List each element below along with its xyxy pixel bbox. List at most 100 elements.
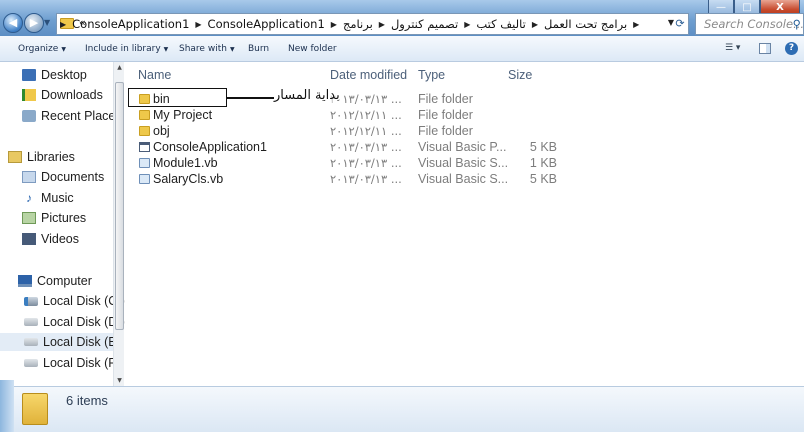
recent-pages-dropdown-icon[interactable]: ▼ (44, 18, 50, 27)
change-view-icon[interactable]: ☰ ▾ (725, 43, 745, 55)
refresh-icon[interactable]: ⟳ (673, 15, 687, 33)
scroll-up-icon[interactable]: ▲ (115, 64, 124, 71)
share-with-button[interactable]: Share with ▼ (179, 44, 235, 54)
vb-project-icon (139, 142, 150, 152)
nav-item-local-disk-e[interactable]: Local Disk (E:) (0, 333, 124, 351)
nav-item-label: Libraries (27, 150, 75, 164)
nav-item-label: Downloads (41, 88, 103, 102)
nav-item-local-disk-f[interactable]: Local Disk (F:) (24, 354, 124, 372)
nav-item-recent-places[interactable]: Recent Places (22, 107, 122, 125)
file-row-obj[interactable]: obj ٢٠١٢/١٢/١١ ... File folder (125, 124, 804, 140)
annotation-label: بداية المسار (274, 88, 340, 103)
file-date: ٢٠١٢/١٢/١١ ... (330, 124, 402, 138)
vb-file-icon (139, 174, 150, 184)
breadcrumb-item[interactable]: ConsoleApplication1 (69, 17, 192, 31)
navigation-pane: Desktop Downloads Recent Places Librarie… (0, 62, 125, 386)
file-date: ٢٠١٣/٠٣/١٣ ... (330, 172, 402, 186)
nav-item-label: Computer (37, 274, 92, 288)
breadcrumb-separator-icon[interactable]: ▶ (328, 20, 340, 29)
nav-item-label: Music (41, 191, 74, 205)
folder-icon (22, 393, 48, 425)
organize-button[interactable]: Organize ▼ (18, 44, 66, 54)
navigation-scrollbar[interactable]: ▲ ▼ (113, 62, 124, 386)
include-in-library-button[interactable]: Include in library ▼ (85, 44, 168, 54)
file-date: ٢٠١٢/١٢/١١ ... (330, 108, 402, 122)
search-icon[interactable]: ⚲ (793, 17, 801, 31)
breadcrumb-separator-icon[interactable]: ▶ (630, 20, 642, 29)
breadcrumb-separator-icon[interactable]: ▶ (461, 20, 473, 29)
nav-item-pictures[interactable]: Pictures (22, 209, 87, 227)
column-header-type[interactable]: Type (418, 68, 445, 82)
back-button[interactable]: ◀ (3, 13, 23, 33)
file-type: Visual Basic S... (418, 172, 509, 186)
nav-item-label: Pictures (41, 211, 87, 225)
nav-item-videos[interactable]: Videos (22, 230, 79, 248)
organize-label: Organize (18, 44, 59, 54)
breadcrumb-separator-icon[interactable]: ▶ (376, 20, 388, 29)
nav-item-libraries[interactable]: Libraries (8, 148, 75, 166)
file-name: ConsoleApplication1 (153, 140, 267, 154)
nav-item-documents[interactable]: Documents (22, 168, 105, 186)
disk-icon (24, 318, 38, 326)
file-size: 5 KB (529, 140, 557, 154)
file-type: File folder (418, 124, 473, 138)
forward-button[interactable]: ▶ (24, 13, 44, 33)
scrollbar-thumb[interactable] (115, 82, 124, 330)
file-row-consoleapplication1[interactable]: ConsoleApplication1 ٢٠١٣/٠٣/١٣ ... Visua… (125, 140, 804, 156)
disk-icon (24, 359, 38, 367)
column-header-name[interactable]: Name (138, 68, 171, 82)
recent-places-icon (22, 110, 36, 122)
toolbar-right-group: ☰ ▾ ? (725, 42, 798, 55)
breadcrumb-separator-icon[interactable]: ▶ (529, 20, 541, 29)
search-placeholder: Search Console... (704, 17, 804, 31)
music-icon: ♪ (26, 191, 32, 205)
help-icon[interactable]: ? (785, 42, 798, 55)
breadcrumb-item[interactable]: تاليف كتب (473, 17, 528, 31)
title-bar: — □ X ◀ ▶ ▼ « ▶ برامج تحت العمل ▶ تاليف … (0, 0, 804, 36)
downloads-icon (22, 89, 36, 101)
column-header-date[interactable]: Date modified (330, 68, 407, 82)
nav-item-downloads[interactable]: Downloads (22, 86, 103, 104)
scroll-down-icon[interactable]: ▼ (115, 377, 124, 384)
breadcrumb-separator-icon[interactable]: ▶ (192, 20, 204, 29)
preview-pane-icon[interactable] (759, 43, 771, 54)
breadcrumb-separator-icon[interactable]: ▶ (57, 20, 69, 29)
nav-item-desktop[interactable]: Desktop (22, 66, 87, 84)
command-bar: Organize ▼ Include in library ▼ Share with… (0, 36, 804, 62)
burn-label: Burn (248, 44, 270, 54)
file-row-module1[interactable]: Module1.vb ٢٠١٣/٠٣/١٣ ... Visual Basic S… (125, 156, 804, 172)
file-row-my-project[interactable]: My Project ٢٠١٢/١٢/١١ ... File folder (125, 108, 804, 124)
search-input[interactable]: Search Console... ⚲ (695, 13, 804, 35)
file-list: Name Date modified Type Size bin ٢٠١٣/٠٣… (125, 62, 804, 386)
file-date: ٢٠١٣/٠٣/١٣ ... (330, 140, 402, 154)
breadcrumb-item[interactable]: ConsoleApplication1 (205, 17, 328, 31)
breadcrumb-item[interactable]: برامج تحت العمل (541, 17, 630, 31)
file-type: File folder (418, 92, 473, 106)
vb-file-icon (139, 158, 150, 168)
new-folder-button[interactable]: New folder (288, 44, 337, 54)
file-type: Visual Basic S... (418, 156, 509, 170)
pictures-icon (22, 212, 36, 224)
burn-button[interactable]: Burn (248, 44, 269, 54)
nav-item-music[interactable]: ♪ Music (26, 189, 74, 207)
file-row-salarycls[interactable]: SalaryCls.vb ٢٠١٣/٠٣/١٣ ... Visual Basic… (125, 172, 804, 188)
file-name: Module1.vb (153, 156, 218, 170)
breadcrumb-item[interactable]: تصميم كنترول (388, 17, 461, 31)
window-edge (0, 380, 14, 432)
documents-icon (22, 171, 36, 183)
folder-icon (139, 126, 150, 136)
chevron-down-icon: ▼ (163, 46, 169, 53)
nav-item-label: Documents (41, 170, 105, 184)
breadcrumb-item[interactable]: برنامج (340, 17, 376, 31)
column-header-size[interactable]: Size (508, 68, 532, 82)
nav-item-computer[interactable]: Computer (18, 272, 92, 290)
annotation-pointer-line (227, 97, 274, 99)
include-in-library-label: Include in library (85, 44, 161, 54)
folder-icon (139, 110, 150, 120)
file-type: Visual Basic P... (418, 140, 507, 154)
file-name: obj (153, 124, 170, 138)
file-name: My Project (153, 108, 213, 122)
item-count: 6 items (66, 393, 108, 408)
address-bar[interactable]: « ▶ برامج تحت العمل ▶ تاليف كتب ▶ تصميم … (56, 13, 689, 35)
libraries-icon (8, 151, 22, 163)
